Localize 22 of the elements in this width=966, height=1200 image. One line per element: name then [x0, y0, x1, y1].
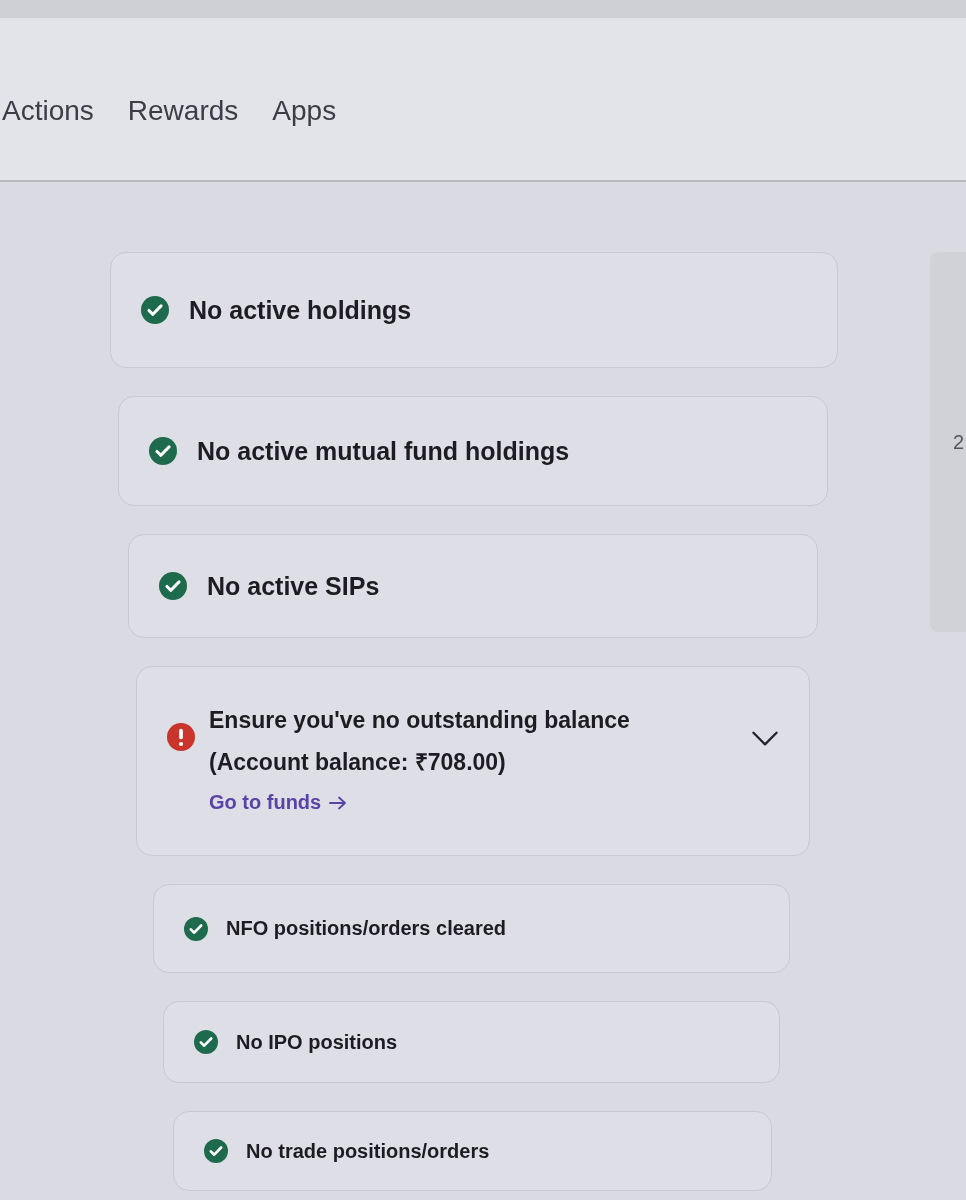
funds-link[interactable]: Go to funds [209, 791, 348, 814]
warning-title: Ensure you've no outstanding balance [209, 706, 630, 735]
nav-link[interactable]: Rewards [127, 94, 239, 128]
nav-link[interactable]: Actions [2, 94, 94, 128]
balance-text: (Account balance: ₹708.00) [209, 748, 506, 777]
panel-number: 2 [952, 430, 964, 454]
alert-icon [167, 723, 195, 751]
check-label: No active mutual fund holdings [197, 436, 570, 466]
check-circle-icon [184, 916, 208, 941]
nav-link[interactable]: Apps [272, 94, 337, 128]
check-circle-icon [194, 1030, 218, 1054]
chevron-down-icon[interactable] [751, 731, 779, 747]
check-circle-icon [159, 572, 187, 600]
arrow-right-icon [329, 795, 348, 810]
check-label: No IPO positions [236, 1030, 398, 1054]
check-circle-icon [149, 437, 177, 465]
check-label: No active SIPs [207, 571, 380, 601]
check-label: No trade positions/orders [246, 1139, 490, 1163]
check-label: NFO positions/orders cleared [226, 917, 507, 940]
check-label: No active holdings [189, 295, 412, 325]
check-circle-icon [204, 1139, 228, 1163]
check-circle-icon [141, 296, 169, 324]
